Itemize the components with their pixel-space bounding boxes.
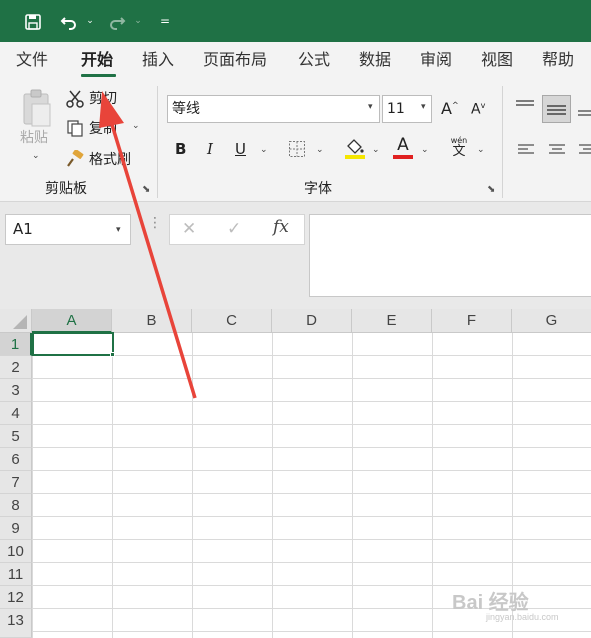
annotation-arrow <box>99 91 197 399</box>
